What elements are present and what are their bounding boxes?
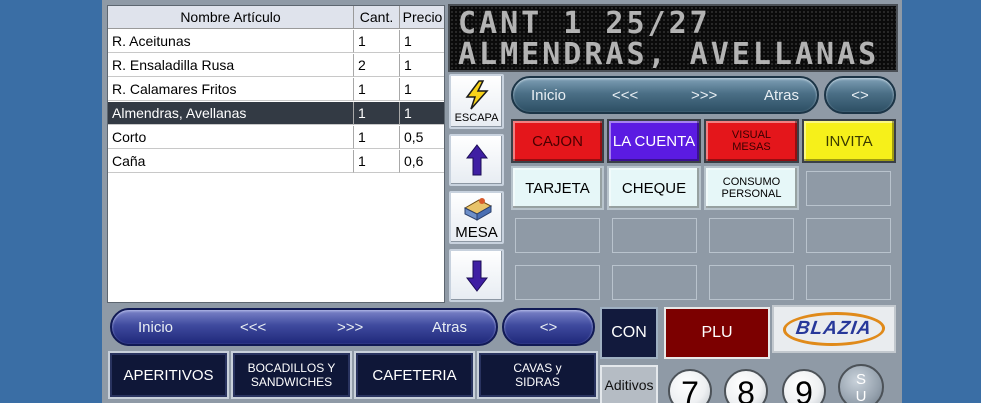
brand-logo-text: BLAZIA (780, 312, 888, 346)
led-display: CANT 1 25/27 ALMENDRAS, AVELLANAS (448, 4, 898, 72)
nav-bottom-next[interactable]: >>> (337, 319, 363, 336)
empty-slot[interactable] (709, 265, 794, 300)
category-cavas[interactable]: CAVAS y SIDRAS (477, 351, 598, 399)
cajon-button[interactable]: CAJON (511, 119, 604, 163)
cell-qty: 2 (354, 54, 400, 77)
empty-slot[interactable] (806, 218, 891, 253)
aditivos-button[interactable]: Aditivos (600, 365, 658, 403)
visual-mesas-button[interactable]: VISUAL MESAS (704, 119, 799, 163)
empty-slot[interactable] (515, 218, 600, 253)
nav-top-toggle[interactable]: <> (824, 76, 896, 114)
cell-price: 0,6 (400, 150, 444, 173)
visual-mesas-line-2: MESAS (732, 141, 771, 153)
table-row[interactable]: R. Ensaladilla Rusa 2 1 (108, 54, 444, 77)
escape-button[interactable]: ESCAPA (449, 74, 504, 129)
nav-top-atras[interactable]: Atras (764, 87, 799, 104)
header-qty: Cant. (354, 6, 400, 29)
numpad-8[interactable]: 8 (724, 369, 768, 403)
nav-top-prev[interactable]: <<< (612, 87, 638, 104)
display-line-2: ALMENDRAS, AVELLANAS (458, 40, 880, 70)
nav-top-inicio[interactable]: Inicio (531, 87, 566, 104)
mesa-button[interactable]: MESA (449, 191, 504, 244)
empty-slot[interactable] (515, 265, 600, 300)
cell-price: 1 (400, 54, 444, 77)
header-price: Precio (400, 6, 444, 29)
scroll-down-button[interactable] (449, 249, 504, 302)
nav-top-next[interactable]: >>> (691, 87, 717, 104)
consumo-line-1: CONSUMO (722, 176, 781, 188)
cell-qty: 1 (354, 126, 400, 149)
nav-bar-top: Inicio <<< >>> Atras (511, 76, 819, 114)
lightning-icon (465, 79, 489, 109)
su-line-2: U (855, 388, 867, 403)
order-table[interactable]: Nombre Artículo Cant. Precio R. Aceituna… (107, 5, 445, 303)
nav-bottom-atras[interactable]: Atras (432, 319, 467, 336)
empty-slot[interactable] (709, 218, 794, 253)
category-aperitivos[interactable]: APERITIVOS (108, 351, 229, 399)
table-header: Nombre Artículo Cant. Precio (108, 6, 444, 29)
header-name: Nombre Artículo (108, 6, 354, 29)
cell-qty: 1 (354, 30, 400, 53)
empty-slot[interactable] (612, 265, 697, 300)
consumo-personal-button[interactable]: CONSUMO PERSONAL (704, 166, 799, 210)
mesa-label: MESA (455, 224, 498, 241)
cell-name: Caña (108, 150, 354, 173)
con-button[interactable]: CON (600, 307, 658, 359)
visual-mesas-line-1: VISUAL (731, 129, 772, 141)
consumo-line-2: PERSONAL (721, 188, 782, 200)
arrow-up-icon (465, 144, 488, 176)
cell-name: R. Ensaladilla Rusa (108, 54, 354, 77)
nav-bar-bottom: Inicio <<< >>> Atras (110, 308, 498, 346)
su-line-1: S (855, 371, 866, 388)
tarjeta-button[interactable]: TARJETA (511, 166, 604, 210)
display-line-1: CANT 1 25/27 (458, 9, 711, 39)
invita-button[interactable]: INVITA (802, 119, 896, 163)
scroll-up-button[interactable] (449, 134, 504, 186)
cell-price: 1 (400, 30, 444, 53)
nav-bottom-toggle[interactable]: <> (502, 308, 595, 346)
escape-label: ESCAPA (454, 111, 499, 124)
bocadillos-line-2: SANDWICHES (250, 375, 333, 389)
plu-button[interactable]: PLU (664, 307, 770, 359)
nav-bottom-prev[interactable]: <<< (240, 319, 266, 336)
numpad-su[interactable]: S U (838, 364, 884, 403)
cell-price: 1 (400, 78, 444, 101)
brand-logo: BLAZIA (772, 305, 896, 353)
category-bocadillos[interactable]: BOCADILLOS Y SANDWICHES (231, 351, 352, 399)
cell-qty: 1 (354, 150, 400, 173)
table-service-icon (463, 198, 492, 221)
category-cafeteria[interactable]: CAFETERIA (354, 351, 475, 399)
empty-slot[interactable] (806, 265, 891, 300)
pos-window: Nombre Artículo Cant. Precio R. Aceituna… (102, 0, 902, 403)
empty-slot[interactable] (806, 171, 891, 206)
cheque-button[interactable]: CHEQUE (607, 166, 701, 210)
bocadillos-line-1: BOCADILLOS Y (247, 361, 336, 375)
nav-bottom-inicio[interactable]: Inicio (138, 319, 173, 336)
numpad-9[interactable]: 9 (782, 369, 826, 403)
table-row[interactable]: Corto 1 0,5 (108, 126, 444, 149)
empty-slot[interactable] (612, 218, 697, 253)
cavas-line-2: SIDRAS (515, 375, 560, 389)
cell-price: 1 (400, 102, 444, 125)
la-cuenta-button[interactable]: LA CUENTA (607, 119, 701, 163)
cell-name: Corto (108, 126, 354, 149)
cell-name: R. Calamares Fritos (108, 78, 354, 101)
cell-name: R. Aceitunas (108, 30, 354, 53)
cell-price: 0,5 (400, 126, 444, 149)
cell-qty: 1 (354, 102, 400, 125)
table-row-selected[interactable]: Almendras, Avellanas 1 1 (108, 102, 444, 125)
cell-name: Almendras, Avellanas (108, 102, 354, 125)
arrow-down-icon (465, 260, 488, 292)
table-row[interactable]: Caña 1 0,6 (108, 150, 444, 173)
table-row[interactable]: R. Calamares Fritos 1 1 (108, 78, 444, 101)
numpad-7[interactable]: 7 (668, 369, 712, 403)
cavas-line-1: CAVAS y (513, 361, 562, 375)
table-row[interactable]: R. Aceitunas 1 1 (108, 30, 444, 53)
cell-qty: 1 (354, 78, 400, 101)
